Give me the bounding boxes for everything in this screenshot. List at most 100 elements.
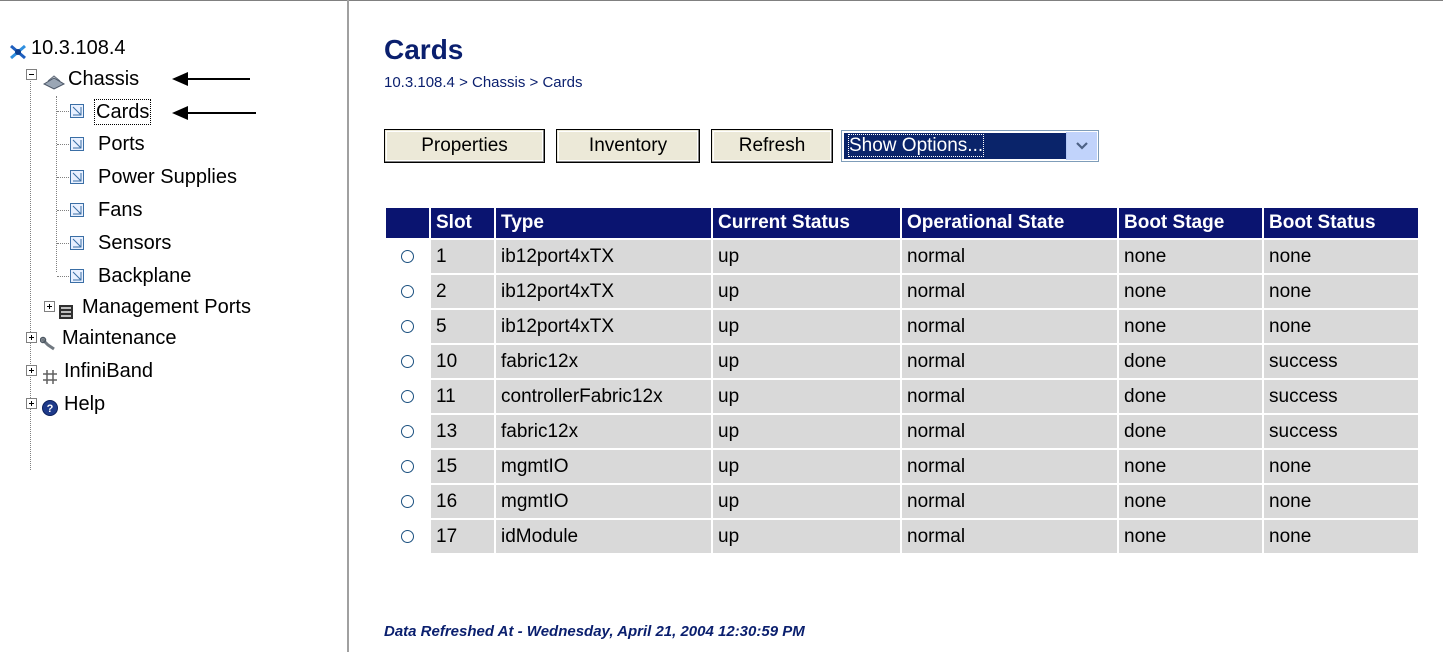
table-row[interactable]: 11 controllerFabric12x up normal done su… — [386, 380, 1418, 413]
tree-node-management-ports[interactable]: Management Ports — [58, 292, 338, 322]
table-row[interactable]: 16 mgmtIO up normal none none — [386, 485, 1418, 518]
tree-node-backplane[interactable]: Backplane — [70, 261, 250, 291]
cell-boot-stage: done — [1119, 415, 1262, 448]
cell-boot-stage: none — [1119, 275, 1262, 308]
column-header-boot-stage[interactable]: Boot Stage — [1119, 208, 1262, 238]
row-select-cell[interactable] — [386, 345, 429, 378]
column-header-type[interactable]: Type — [496, 208, 711, 238]
expand-help-toggle[interactable] — [26, 398, 37, 409]
expand-infiniband-toggle[interactable] — [26, 365, 37, 376]
document-icon — [70, 236, 84, 250]
tree-node-cards[interactable]: Cards — [70, 96, 180, 126]
cell-current-status: up — [713, 345, 900, 378]
tree-label-infiniband: InfiniBand — [64, 360, 153, 382]
column-header-boot-status[interactable]: Boot Status — [1264, 208, 1418, 238]
chevron-down-icon — [1076, 142, 1088, 150]
frame-divider[interactable] — [347, 0, 349, 652]
row-radio-button[interactable] — [401, 424, 414, 438]
row-select-cell[interactable] — [386, 310, 429, 343]
column-header-slot[interactable]: Slot — [431, 208, 494, 238]
row-select-cell[interactable] — [386, 380, 429, 413]
cell-operational-state: normal — [902, 485, 1117, 518]
row-select-cell[interactable] — [386, 240, 429, 273]
row-radio-button[interactable] — [401, 459, 414, 473]
document-icon — [70, 269, 84, 283]
row-select-cell[interactable] — [386, 450, 429, 483]
tree-label-root: 10.3.108.4 — [31, 37, 126, 59]
tree-node-fans[interactable]: Fans — [70, 195, 220, 225]
dropdown-button[interactable] — [1066, 132, 1097, 160]
cell-current-status: up — [713, 415, 900, 448]
table-row[interactable]: 17 idModule up normal none none — [386, 520, 1418, 553]
expand-management-ports-toggle[interactable] — [44, 301, 55, 312]
inventory-button[interactable]: Inventory — [556, 129, 700, 163]
row-radio-button[interactable] — [401, 354, 414, 368]
cell-operational-state: normal — [902, 310, 1117, 343]
tree-node-help[interactable]: ? Help — [40, 389, 240, 419]
cell-operational-state: normal — [902, 520, 1117, 553]
cell-type: ib12port4xTX — [496, 275, 711, 308]
cell-slot: 2 — [431, 275, 494, 308]
table-row[interactable]: 13 fabric12x up normal done success — [386, 415, 1418, 448]
row-select-cell[interactable] — [386, 485, 429, 518]
show-options-selected-value: Show Options... — [844, 133, 1066, 159]
row-select-cell[interactable] — [386, 415, 429, 448]
tree-node-sensors[interactable]: Sensors — [70, 228, 220, 258]
row-radio-button[interactable] — [401, 319, 414, 333]
row-radio-button[interactable] — [401, 249, 414, 263]
cell-boot-status: none — [1264, 310, 1418, 343]
row-select-cell[interactable] — [386, 275, 429, 308]
column-header-operational-state[interactable]: Operational State — [902, 208, 1117, 238]
table-row[interactable]: 5 ib12port4xTX up normal none none — [386, 310, 1418, 343]
tree-label-ports: Ports — [98, 133, 145, 155]
cell-type: controllerFabric12x — [496, 380, 711, 413]
chassis-icon — [42, 70, 66, 100]
tree-node-power-supplies[interactable]: Power Supplies — [70, 162, 290, 192]
table-row[interactable]: 1 ib12port4xTX up normal none none — [386, 240, 1418, 273]
table-row[interactable]: 2 ib12port4xTX up normal none none — [386, 275, 1418, 308]
row-radio-button[interactable] — [401, 529, 414, 543]
cell-slot: 1 — [431, 240, 494, 273]
document-icon — [70, 104, 84, 118]
cell-slot: 16 — [431, 485, 494, 518]
document-icon — [70, 170, 84, 184]
row-radio-button[interactable] — [401, 494, 414, 508]
tree-node-ports[interactable]: Ports — [70, 129, 220, 159]
cell-slot: 13 — [431, 415, 494, 448]
row-select-cell[interactable] — [386, 520, 429, 553]
refresh-button[interactable]: Refresh — [711, 129, 833, 163]
tree-label-backplane: Backplane — [98, 265, 192, 287]
data-refreshed-timestamp: Data Refreshed At - Wednesday, April 21,… — [384, 623, 805, 640]
network-device-icon — [8, 40, 28, 70]
column-header-current-status[interactable]: Current Status — [713, 208, 900, 238]
cell-type: idModule — [496, 520, 711, 553]
cell-boot-status: success — [1264, 415, 1418, 448]
cell-boot-stage: done — [1119, 345, 1262, 378]
collapse-chassis-toggle[interactable] — [26, 69, 37, 80]
cell-current-status: up — [713, 275, 900, 308]
cell-operational-state: normal — [902, 240, 1117, 273]
cell-boot-status: none — [1264, 275, 1418, 308]
cell-boot-stage: none — [1119, 485, 1262, 518]
cell-boot-stage: none — [1119, 310, 1262, 343]
cell-boot-status: none — [1264, 450, 1418, 483]
cell-boot-stage: done — [1119, 380, 1262, 413]
tree-node-maintenance[interactable]: Maintenance — [39, 323, 240, 353]
table-row[interactable]: 15 mgmtIO up normal none none — [386, 450, 1418, 483]
properties-button[interactable]: Properties — [384, 129, 545, 163]
cell-boot-status: none — [1264, 485, 1418, 518]
tree-node-infiniband[interactable]: InfiniBand — [40, 356, 240, 386]
cell-slot: 11 — [431, 380, 494, 413]
cell-current-status: up — [713, 520, 900, 553]
tree-node-chassis[interactable]: Chassis — [42, 64, 192, 94]
tree-label-management-ports: Management Ports — [82, 296, 251, 318]
table-row[interactable]: 10 fabric12x up normal done success — [386, 345, 1418, 378]
row-radio-button[interactable] — [401, 389, 414, 403]
cell-boot-status: none — [1264, 240, 1418, 273]
row-radio-button[interactable] — [401, 284, 414, 298]
expand-maintenance-toggle[interactable] — [26, 332, 37, 343]
tree-label-chassis: Chassis — [68, 68, 140, 90]
cell-type: fabric12x — [496, 415, 711, 448]
show-options-select[interactable]: Show Options... — [841, 130, 1099, 162]
tree-node-root[interactable]: 10.3.108.4 — [8, 33, 308, 63]
